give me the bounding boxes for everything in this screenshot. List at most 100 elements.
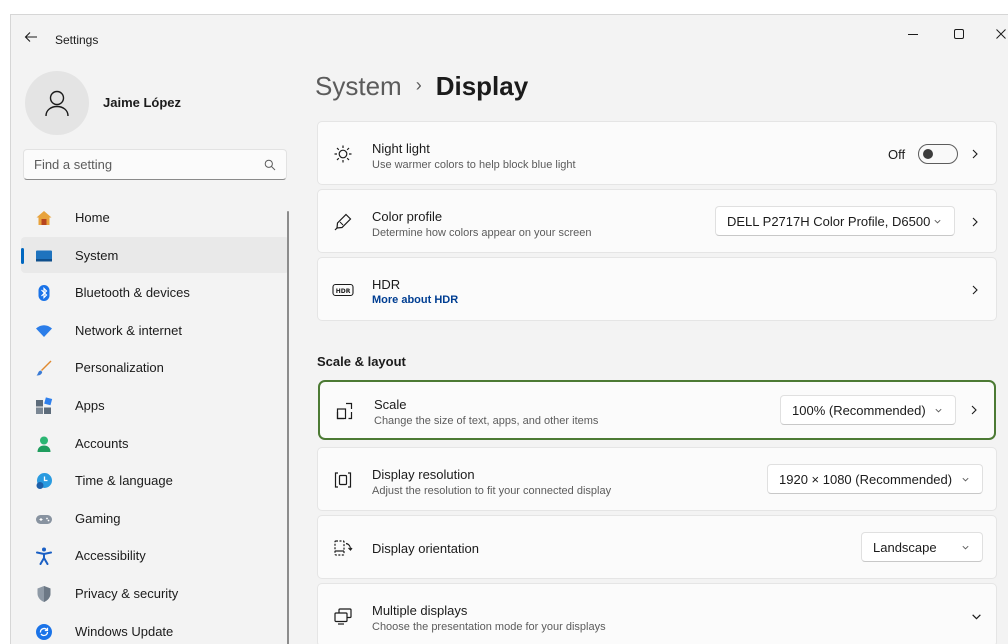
night-light-card[interactable]: Night light Use warmer colors to help bl… <box>317 121 997 185</box>
breadcrumb-separator: › <box>415 75 422 95</box>
sidebar-item-windows-update[interactable]: Windows Update <box>21 613 289 644</box>
chevron-down-icon[interactable] <box>971 611 982 622</box>
night-light-title: Night light <box>372 141 430 156</box>
chevron-right-icon <box>972 217 978 227</box>
pen-icon <box>332 211 354 233</box>
sidebar-item-gaming[interactable]: Gaming <box>21 500 289 536</box>
night-light-state: Off <box>888 147 906 162</box>
scale-subtitle: Change the size of text, apps, and other… <box>374 415 599 427</box>
sidebar-item-label: Home <box>75 210 110 225</box>
section-scale-layout: Scale & layout <box>317 354 406 369</box>
toggle-knob <box>923 149 933 159</box>
profile-name: Jaime López <box>103 95 182 110</box>
scale-value: 100% (Recommended) <box>792 402 926 418</box>
sidebar-item-system[interactable]: System <box>21 236 289 273</box>
sidebar-item-time-language[interactable]: Time & language <box>21 462 289 498</box>
sidebar-item-personalization[interactable]: Personalization <box>21 349 289 385</box>
settings-window: Settings Jaime López Home <box>10 14 1008 644</box>
accessibility-icon <box>35 547 53 566</box>
night-light-subtitle: Use warmer colors to help block blue lig… <box>372 159 576 171</box>
chevron-down-icon <box>962 545 969 550</box>
search-icon[interactable] <box>264 158 276 176</box>
sidebar-item-label: System <box>75 247 119 263</box>
search-box[interactable] <box>23 149 287 180</box>
display-orientation-dropdown[interactable]: Landscape <box>861 532 983 562</box>
minimize-icon <box>908 34 918 35</box>
hdr-icon: HDR <box>332 279 354 301</box>
sidebar-item-bluetooth[interactable]: Bluetooth & devices <box>21 274 289 310</box>
display-resolution-subtitle: Adjust the resolution to fit your connec… <box>372 485 612 497</box>
apps-icon <box>35 397 53 415</box>
sidebar-item-network[interactable]: Network & internet <box>21 312 289 348</box>
scale-dropdown[interactable]: 100% (Recommended) <box>780 395 956 425</box>
display-orientation-value: Landscape <box>873 539 937 555</box>
sidebar-item-privacy[interactable]: Privacy & security <box>21 575 289 611</box>
resolution-icon <box>332 469 354 491</box>
display-resolution-card[interactable]: Display resolution Adjust the resolution… <box>317 447 997 511</box>
color-profile-dropdown[interactable]: DELL P2717H Color Profile, D6500 <box>715 206 955 236</box>
search-input[interactable] <box>34 150 254 179</box>
display-resolution-dropdown[interactable]: 1920 × 1080 (Recommended) <box>767 464 983 494</box>
display-resolution-title: Display resolution <box>372 467 475 482</box>
sidebar-item-label: Personalization <box>75 360 164 376</box>
chevron-right-icon <box>972 149 978 159</box>
sidebar-item-label: Time & language <box>75 473 173 489</box>
app-title: Settings <box>55 33 99 47</box>
chevron-right-icon <box>971 405 977 415</box>
sidebar-item-label: Accounts <box>75 435 129 451</box>
color-profile-card[interactable]: Color profile Determine how colors appea… <box>317 189 997 253</box>
sidebar-item-label: Apps <box>75 397 105 413</box>
sidebar-item-label: Gaming <box>75 510 121 526</box>
scale-title: Scale <box>374 397 407 412</box>
sidebar-item-label: Network & internet <box>75 322 182 338</box>
chevron-down-icon <box>962 477 969 482</box>
scale-card[interactable]: Scale Change the size of text, apps, and… <box>318 380 996 440</box>
update-icon <box>35 623 53 641</box>
bluetooth-icon <box>35 284 53 302</box>
orientation-icon <box>332 537 354 559</box>
sidebar-item-label: Windows Update <box>75 623 174 639</box>
close-button[interactable] <box>981 21 1008 47</box>
hdr-icon-text: HDR <box>336 288 351 295</box>
hdr-card[interactable]: HDR HDR More about HDR <box>317 257 997 321</box>
multiple-displays-card[interactable]: Multiple displays Choose the presentatio… <box>317 583 997 644</box>
back-arrow-icon[interactable] <box>23 29 39 45</box>
page-title: Display <box>435 71 529 101</box>
person-icon <box>35 435 53 453</box>
wifi-icon <box>35 322 53 340</box>
sidebar-item-accessibility[interactable]: Accessibility <box>21 537 289 573</box>
color-profile-subtitle: Determine how colors appear on your scre… <box>372 227 592 239</box>
sidebar-item-label: Bluetooth & devices <box>75 285 190 301</box>
title-bar: Settings <box>11 15 1008 61</box>
chevron-right-icon <box>972 285 978 295</box>
display-resolution-value: 1920 × 1080 (Recommended) <box>779 471 953 487</box>
sidebar-item-label: Privacy & security <box>75 585 179 601</box>
sidebar-item-accounts[interactable]: Accounts <box>21 425 289 461</box>
night-light-toggle[interactable] <box>918 144 958 164</box>
hdr-title: HDR <box>372 277 401 292</box>
shield-icon <box>35 585 53 603</box>
chevron-down-icon <box>935 408 942 413</box>
sidebar-nav: Home System Bluetooth & devices Network … <box>21 199 289 644</box>
minimize-button[interactable] <box>893 21 933 47</box>
color-profile-value: DELL P2717H Color Profile, D6500 <box>727 213 931 229</box>
breadcrumb-parent[interactable]: System <box>315 71 402 102</box>
monitor-icon <box>35 247 53 265</box>
breadcrumb: System › Display <box>315 71 528 102</box>
avatar[interactable] <box>25 71 89 135</box>
active-indicator <box>21 247 24 264</box>
chevron-down-icon <box>934 219 941 224</box>
sidebar-item-home[interactable]: Home <box>21 199 289 235</box>
maximize-icon <box>954 29 964 39</box>
close-icon <box>996 29 1006 39</box>
maximize-button[interactable] <box>939 21 979 47</box>
display-orientation-title: Display orientation <box>372 541 479 556</box>
sidebar-scrollbar[interactable] <box>287 211 289 644</box>
sun-icon <box>332 143 354 165</box>
multiple-displays-title: Multiple displays <box>372 603 468 618</box>
brush-icon <box>35 359 53 377</box>
sidebar-item-apps[interactable]: Apps <box>21 387 289 423</box>
more-about-hdr-link[interactable]: More about HDR <box>372 294 458 306</box>
display-orientation-card[interactable]: Display orientation Landscape <box>317 515 997 579</box>
color-profile-title: Color profile <box>372 209 443 224</box>
